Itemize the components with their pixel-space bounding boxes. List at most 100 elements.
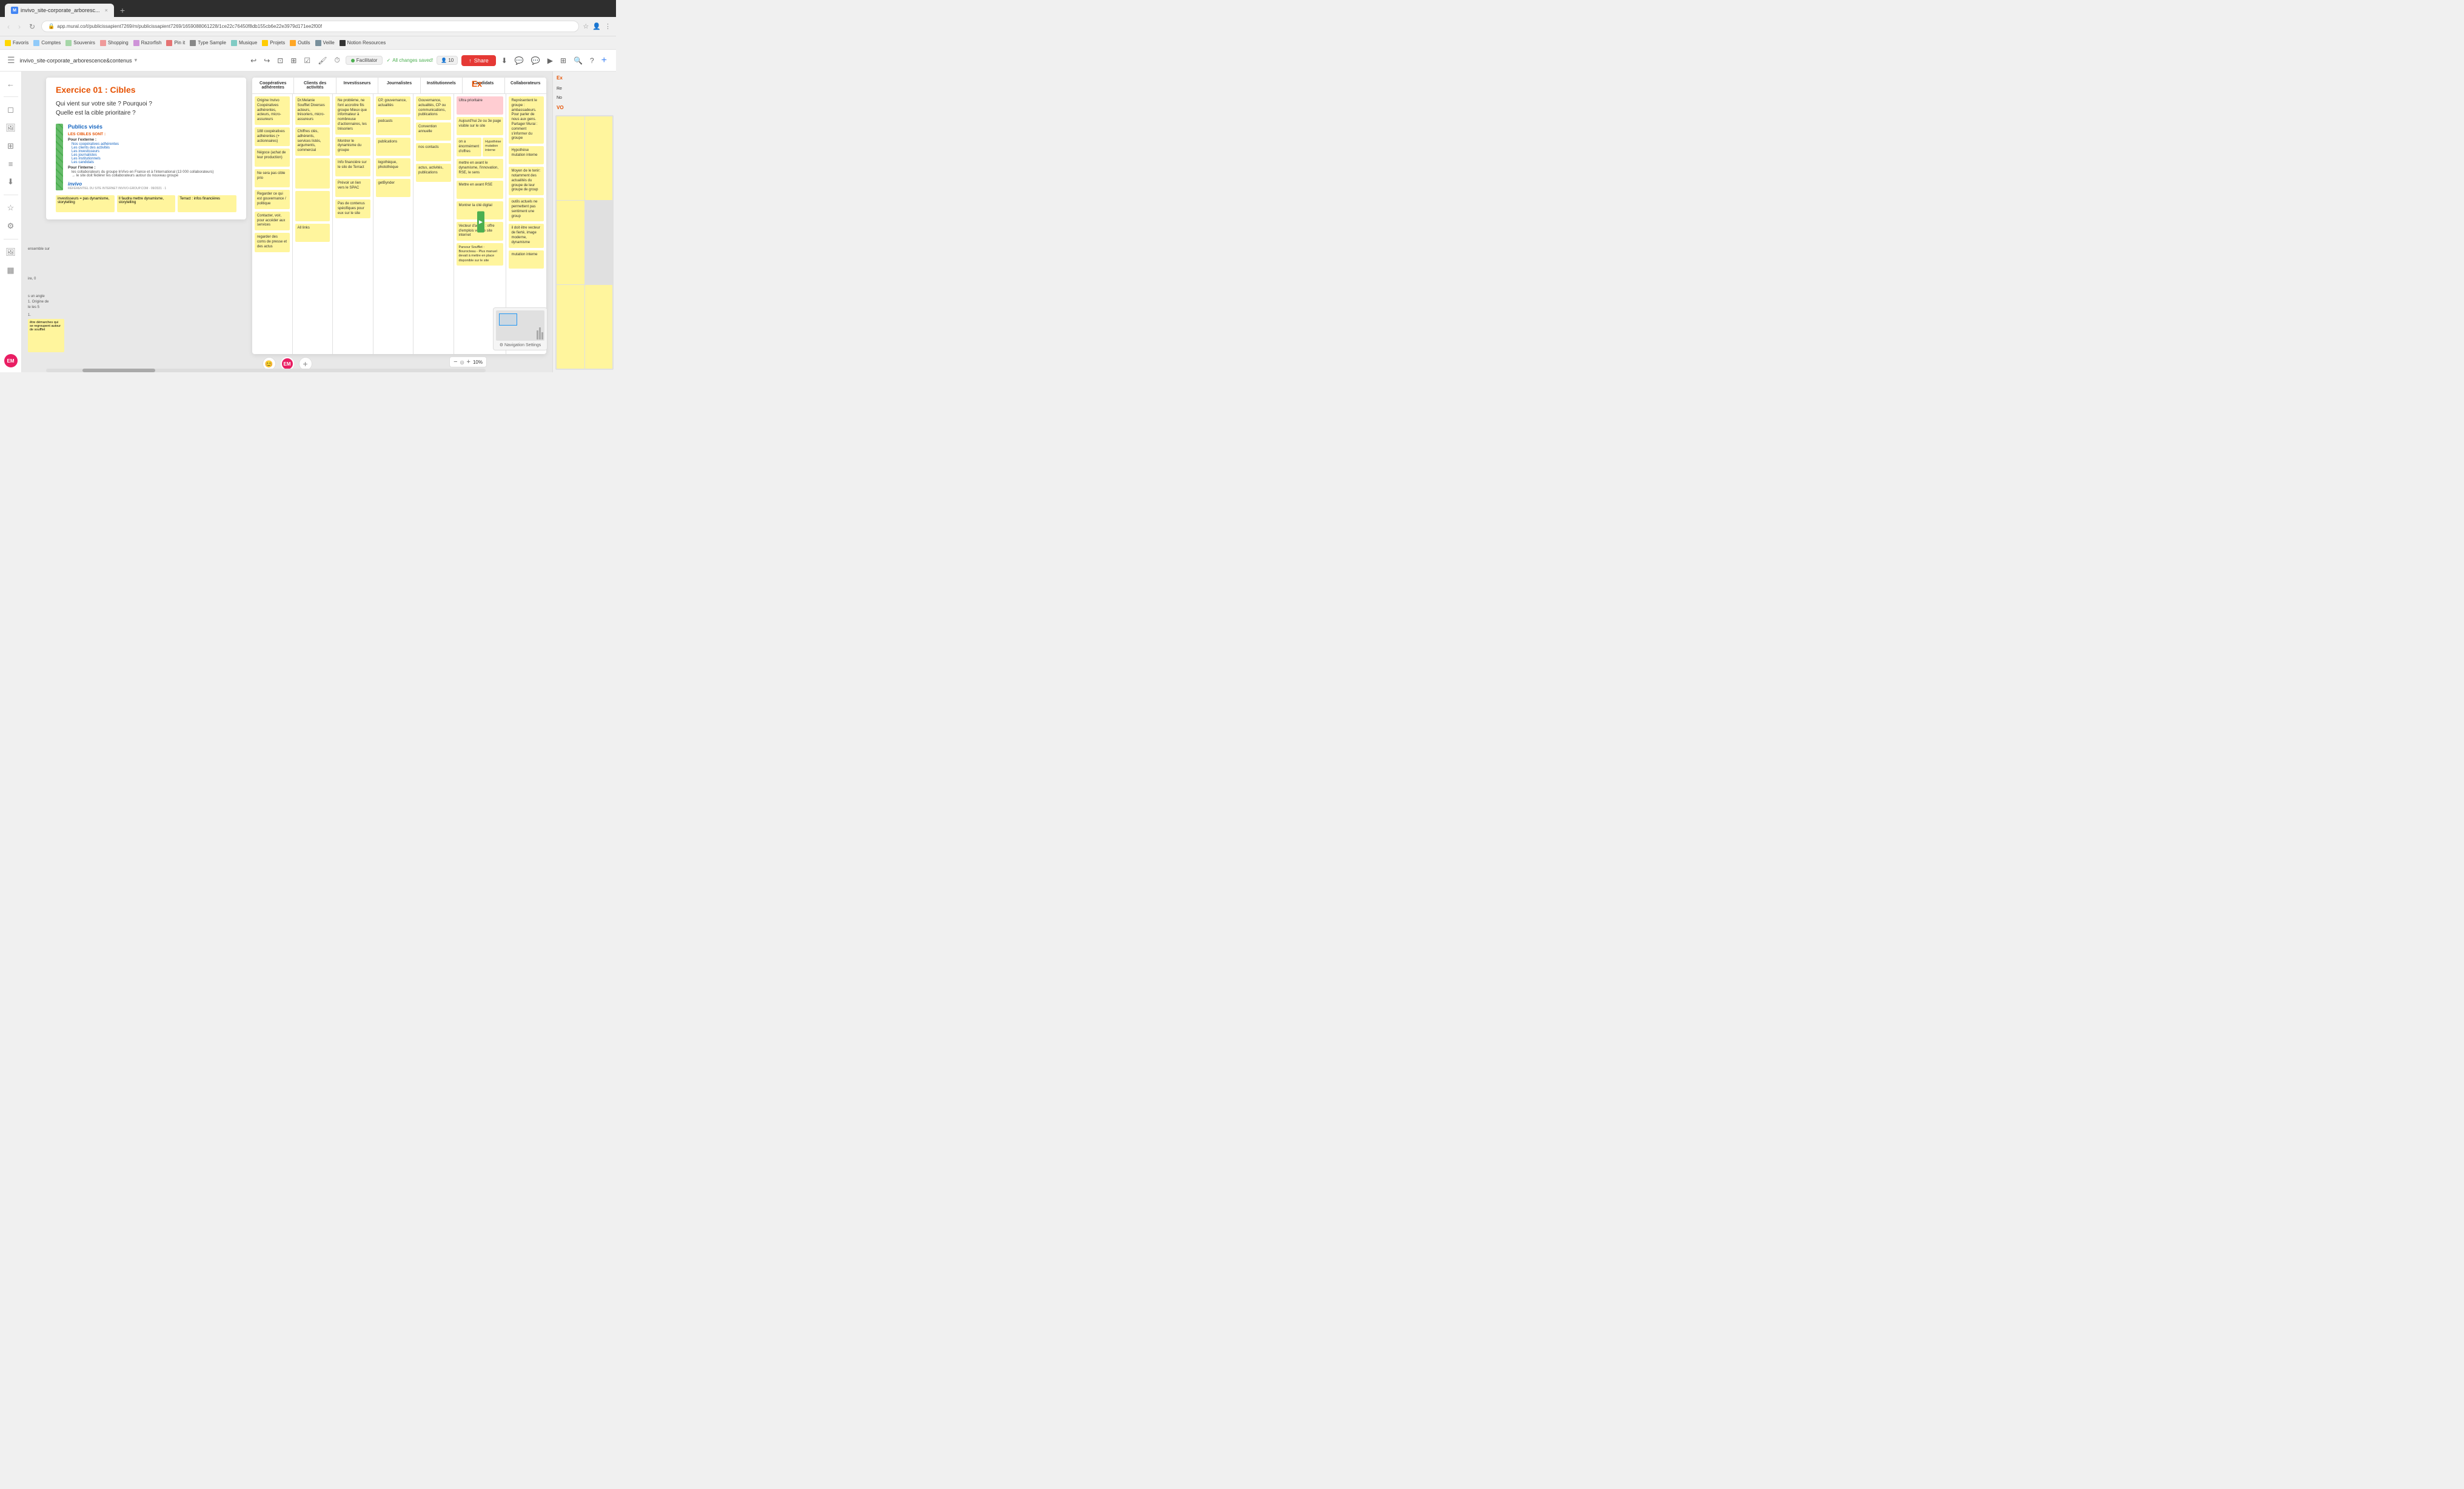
- list-item: Parsour Soufflet : Bourocteau - Plus man…: [457, 243, 504, 266]
- arrow-indicator: ▶: [477, 212, 484, 233]
- sidebar-back-icon[interactable]: ←: [4, 76, 18, 92]
- bookmark-comptes[interactable]: Comptes: [33, 40, 61, 46]
- bottom-scrollbar[interactable]: [46, 369, 486, 372]
- paint-btn[interactable]: 🖌: [316, 55, 329, 67]
- bookmark-typesample[interactable]: Type Sample: [190, 40, 226, 46]
- grid-view-btn[interactable]: ⊞: [558, 55, 568, 67]
- clock-btn[interactable]: ⏱: [332, 54, 341, 67]
- list-item: actus, activités, publications: [416, 164, 451, 182]
- comment-btn[interactable]: 💬: [513, 55, 526, 67]
- sidebar-list-icon[interactable]: ≡: [5, 156, 16, 172]
- column-headers: Coopératives adhérentes Clients des acti…: [252, 78, 546, 94]
- sidebar-settings-icon[interactable]: ⚙: [4, 218, 18, 234]
- invite-btn[interactable]: +: [600, 53, 609, 68]
- bookmarks-bar: Favoris Comptes Souvenirs Shopping Razor…: [0, 36, 616, 50]
- emoji-icon: 😊: [265, 360, 273, 368]
- facilitator-label: Facilitator: [357, 58, 378, 63]
- context-text-6: 1.: [28, 313, 64, 317]
- list-item: nos contacts: [416, 143, 451, 161]
- breadcrumb: invivo_site-corporate_arborescence&conte…: [20, 57, 244, 64]
- share-button[interactable]: ↑ Share: [461, 55, 496, 66]
- list-item: Origine Invivo Coopératives adhérentes, …: [255, 96, 290, 125]
- share-label: Share: [474, 58, 489, 64]
- sidebar-sticky-icon[interactable]: ◻: [4, 102, 17, 118]
- app-menu-btn[interactable]: ☰: [7, 55, 15, 65]
- list-item: getBynder: [376, 179, 411, 197]
- col-header-collaborateurs: Collaborateurs: [505, 78, 546, 93]
- profile-icon[interactable]: 👤: [592, 22, 601, 30]
- list-item: Moyen de le tenir: notamment des actuali…: [509, 167, 544, 195]
- right-partial-area: Ex: [472, 79, 482, 89]
- active-tab[interactable]: M invivo_site-corporate_arboresc... ×: [5, 4, 114, 17]
- left-stickies: ensemble sur ire, 0 s un angle 1. Origin…: [28, 247, 64, 352]
- address-bar[interactable]: 🔒 app.mural.co/t/publicissapient7269/m/p…: [41, 21, 579, 32]
- list-item: Négoce (achat de leur production): [255, 149, 290, 167]
- browser-toolbar: ‹ › ↻ 🔒 app.mural.co/t/publicissapient72…: [0, 17, 616, 36]
- right-panel-re: Re: [553, 84, 616, 93]
- bottom-sticky-2: Il faudra mettre dynamisme, storytelling: [117, 195, 176, 212]
- bookmark-favicon: [5, 40, 11, 46]
- new-tab-button[interactable]: +: [116, 4, 129, 16]
- sidebar-photo-icon[interactable]: 🖼: [2, 244, 19, 260]
- bookmark-projets[interactable]: Projets: [262, 40, 285, 46]
- list-item: il doit être vecteur de fierté, image mo…: [509, 224, 544, 247]
- search-btn[interactable]: 🔍: [572, 55, 584, 67]
- canvas-area[interactable]: Exercice 01 : Cibles Qui vient sur votre…: [22, 72, 552, 372]
- undo-btn[interactable]: ↩: [249, 55, 258, 67]
- context-text-2: ire, 0: [28, 277, 64, 281]
- sidebar-table-icon[interactable]: ⊞: [4, 138, 17, 154]
- facilitator-button[interactable]: Facilitator: [346, 56, 383, 65]
- interne-label: Pour l'interne :: [68, 166, 236, 170]
- bookmark-shopping[interactable]: Shopping: [100, 40, 129, 46]
- list-item: mettre en avant le dynamisme, l'innovati…: [457, 159, 504, 178]
- col-header-journalistes: Journalistes: [378, 78, 420, 93]
- right-panel: Ex Re No VO: [552, 72, 616, 372]
- forward-btn[interactable]: ›: [16, 21, 23, 32]
- menu-icon[interactable]: ⋮: [604, 22, 611, 30]
- mini-canvas-preview: [555, 115, 614, 370]
- bookmark-favoris[interactable]: Favoris: [5, 40, 28, 46]
- bookmark-pinit[interactable]: Pin it: [166, 40, 185, 46]
- download-btn[interactable]: ⬇: [500, 55, 509, 67]
- bookmark-icon[interactable]: ☆: [583, 22, 589, 30]
- list-item: Prévoir un lien vers le SPAC: [335, 179, 370, 197]
- check-btn[interactable]: ☑: [302, 55, 312, 67]
- lock-icon: 🔒: [48, 23, 55, 30]
- bookmark-razorfish[interactable]: Razorfish: [133, 40, 162, 46]
- list-item: Montrer le dynamisme du groupe: [335, 137, 370, 156]
- frame-btn[interactable]: ⊡: [275, 55, 285, 67]
- bookmark-souvenirs[interactable]: Souvenirs: [65, 40, 95, 46]
- sidebar-export-icon[interactable]: ⬇: [4, 174, 17, 190]
- bookmark-musique[interactable]: Musique: [231, 40, 257, 46]
- bookmark-favicon: [231, 40, 237, 46]
- sidebar-star-icon[interactable]: ☆: [4, 200, 18, 216]
- list-item: on a énormément d'offres: [457, 138, 482, 156]
- list-item: logothèque, photothèque: [376, 158, 411, 176]
- col-header-clients: Clients des activités: [294, 78, 336, 93]
- facilitator-dot: [351, 59, 355, 62]
- bookmark-notion[interactable]: Notion Resources: [340, 40, 386, 46]
- redo-btn[interactable]: ↪: [262, 55, 272, 67]
- list-item: regarder des coms de presse et des actus: [255, 233, 290, 252]
- chat-btn[interactable]: 💬: [529, 55, 542, 67]
- list-item: outils actuels ne permettent pas sentime…: [509, 198, 544, 221]
- bookmark-outils[interactable]: Outils: [290, 40, 310, 46]
- refresh-btn[interactable]: ↻: [27, 21, 38, 32]
- sidebar-image-icon[interactable]: 🖼: [2, 120, 19, 136]
- users-badge[interactable]: 👤 10: [437, 56, 458, 65]
- mini-map: ⚙ Navigation Settings: [493, 307, 547, 350]
- bookmark-favicon: [290, 40, 296, 46]
- list-item: [295, 158, 330, 189]
- navigation-settings-btn[interactable]: ⚙ Navigation Settings: [496, 343, 544, 347]
- users-count: 10: [448, 58, 454, 63]
- layout-btn[interactable]: ⊞: [289, 55, 298, 67]
- back-btn[interactable]: ‹: [5, 21, 12, 32]
- invivo-logo: invivo: [68, 181, 236, 187]
- bookmark-veille[interactable]: Veille: [315, 40, 335, 46]
- tab-close-btn[interactable]: ×: [105, 7, 108, 13]
- sidebar-grid-icon[interactable]: ▦: [4, 263, 17, 278]
- present-btn[interactable]: ▶: [546, 55, 555, 67]
- bookmark-favicon: [33, 40, 39, 46]
- bottom-sticky-1: investisseurs = pas dynamisme, storytell…: [56, 195, 115, 212]
- help-btn[interactable]: ?: [588, 55, 596, 67]
